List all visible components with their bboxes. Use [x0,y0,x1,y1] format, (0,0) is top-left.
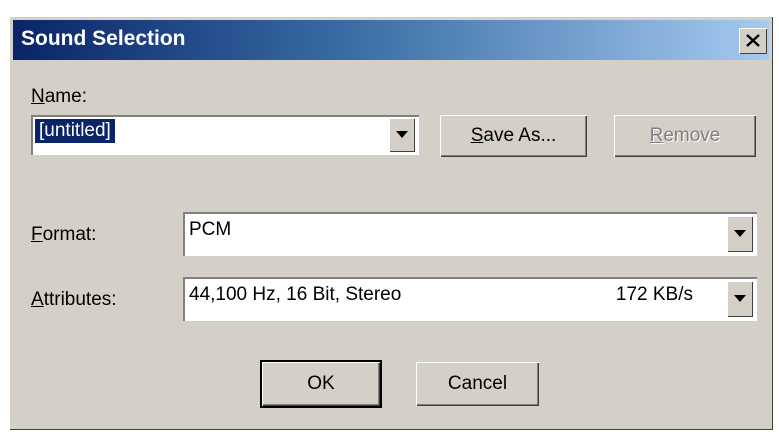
format-value: PCM [189,219,232,240]
name-value: [untitled] [34,118,116,144]
attributes-value: 44,100 Hz, 16 Bit, Stereo [189,284,402,305]
attributes-rate: 172 KB/s [615,284,693,305]
name-label: Name: [31,86,87,107]
attributes-label: Attributes: [31,289,117,310]
ok-button[interactable]: OK [260,360,382,408]
chevron-down-icon [734,295,746,302]
chevron-down-icon [734,230,746,237]
close-icon [746,34,760,47]
format-dropdown-button[interactable] [727,216,753,252]
save-as-button[interactable]: Save As... [440,115,587,157]
format-combobox[interactable]: PCM [183,212,757,256]
format-label: Format: [31,224,97,245]
attributes-combobox[interactable]: 44,100 Hz, 16 Bit, Stereo 172 KB/s [183,277,757,321]
cancel-button[interactable]: Cancel [416,362,539,406]
remove-button[interactable]: Remove [614,115,756,157]
name-dropdown-button[interactable] [389,118,415,152]
attributes-dropdown-button[interactable] [727,281,753,317]
close-button[interactable] [739,28,767,54]
sound-selection-dialog: Sound Selection Name: [untitled] Save As… [9,16,773,430]
name-combobox[interactable]: [untitled] [31,115,419,155]
chevron-down-icon [396,131,408,138]
dialog-title: Sound Selection [21,27,186,50]
title-bar[interactable]: Sound Selection [13,20,769,60]
